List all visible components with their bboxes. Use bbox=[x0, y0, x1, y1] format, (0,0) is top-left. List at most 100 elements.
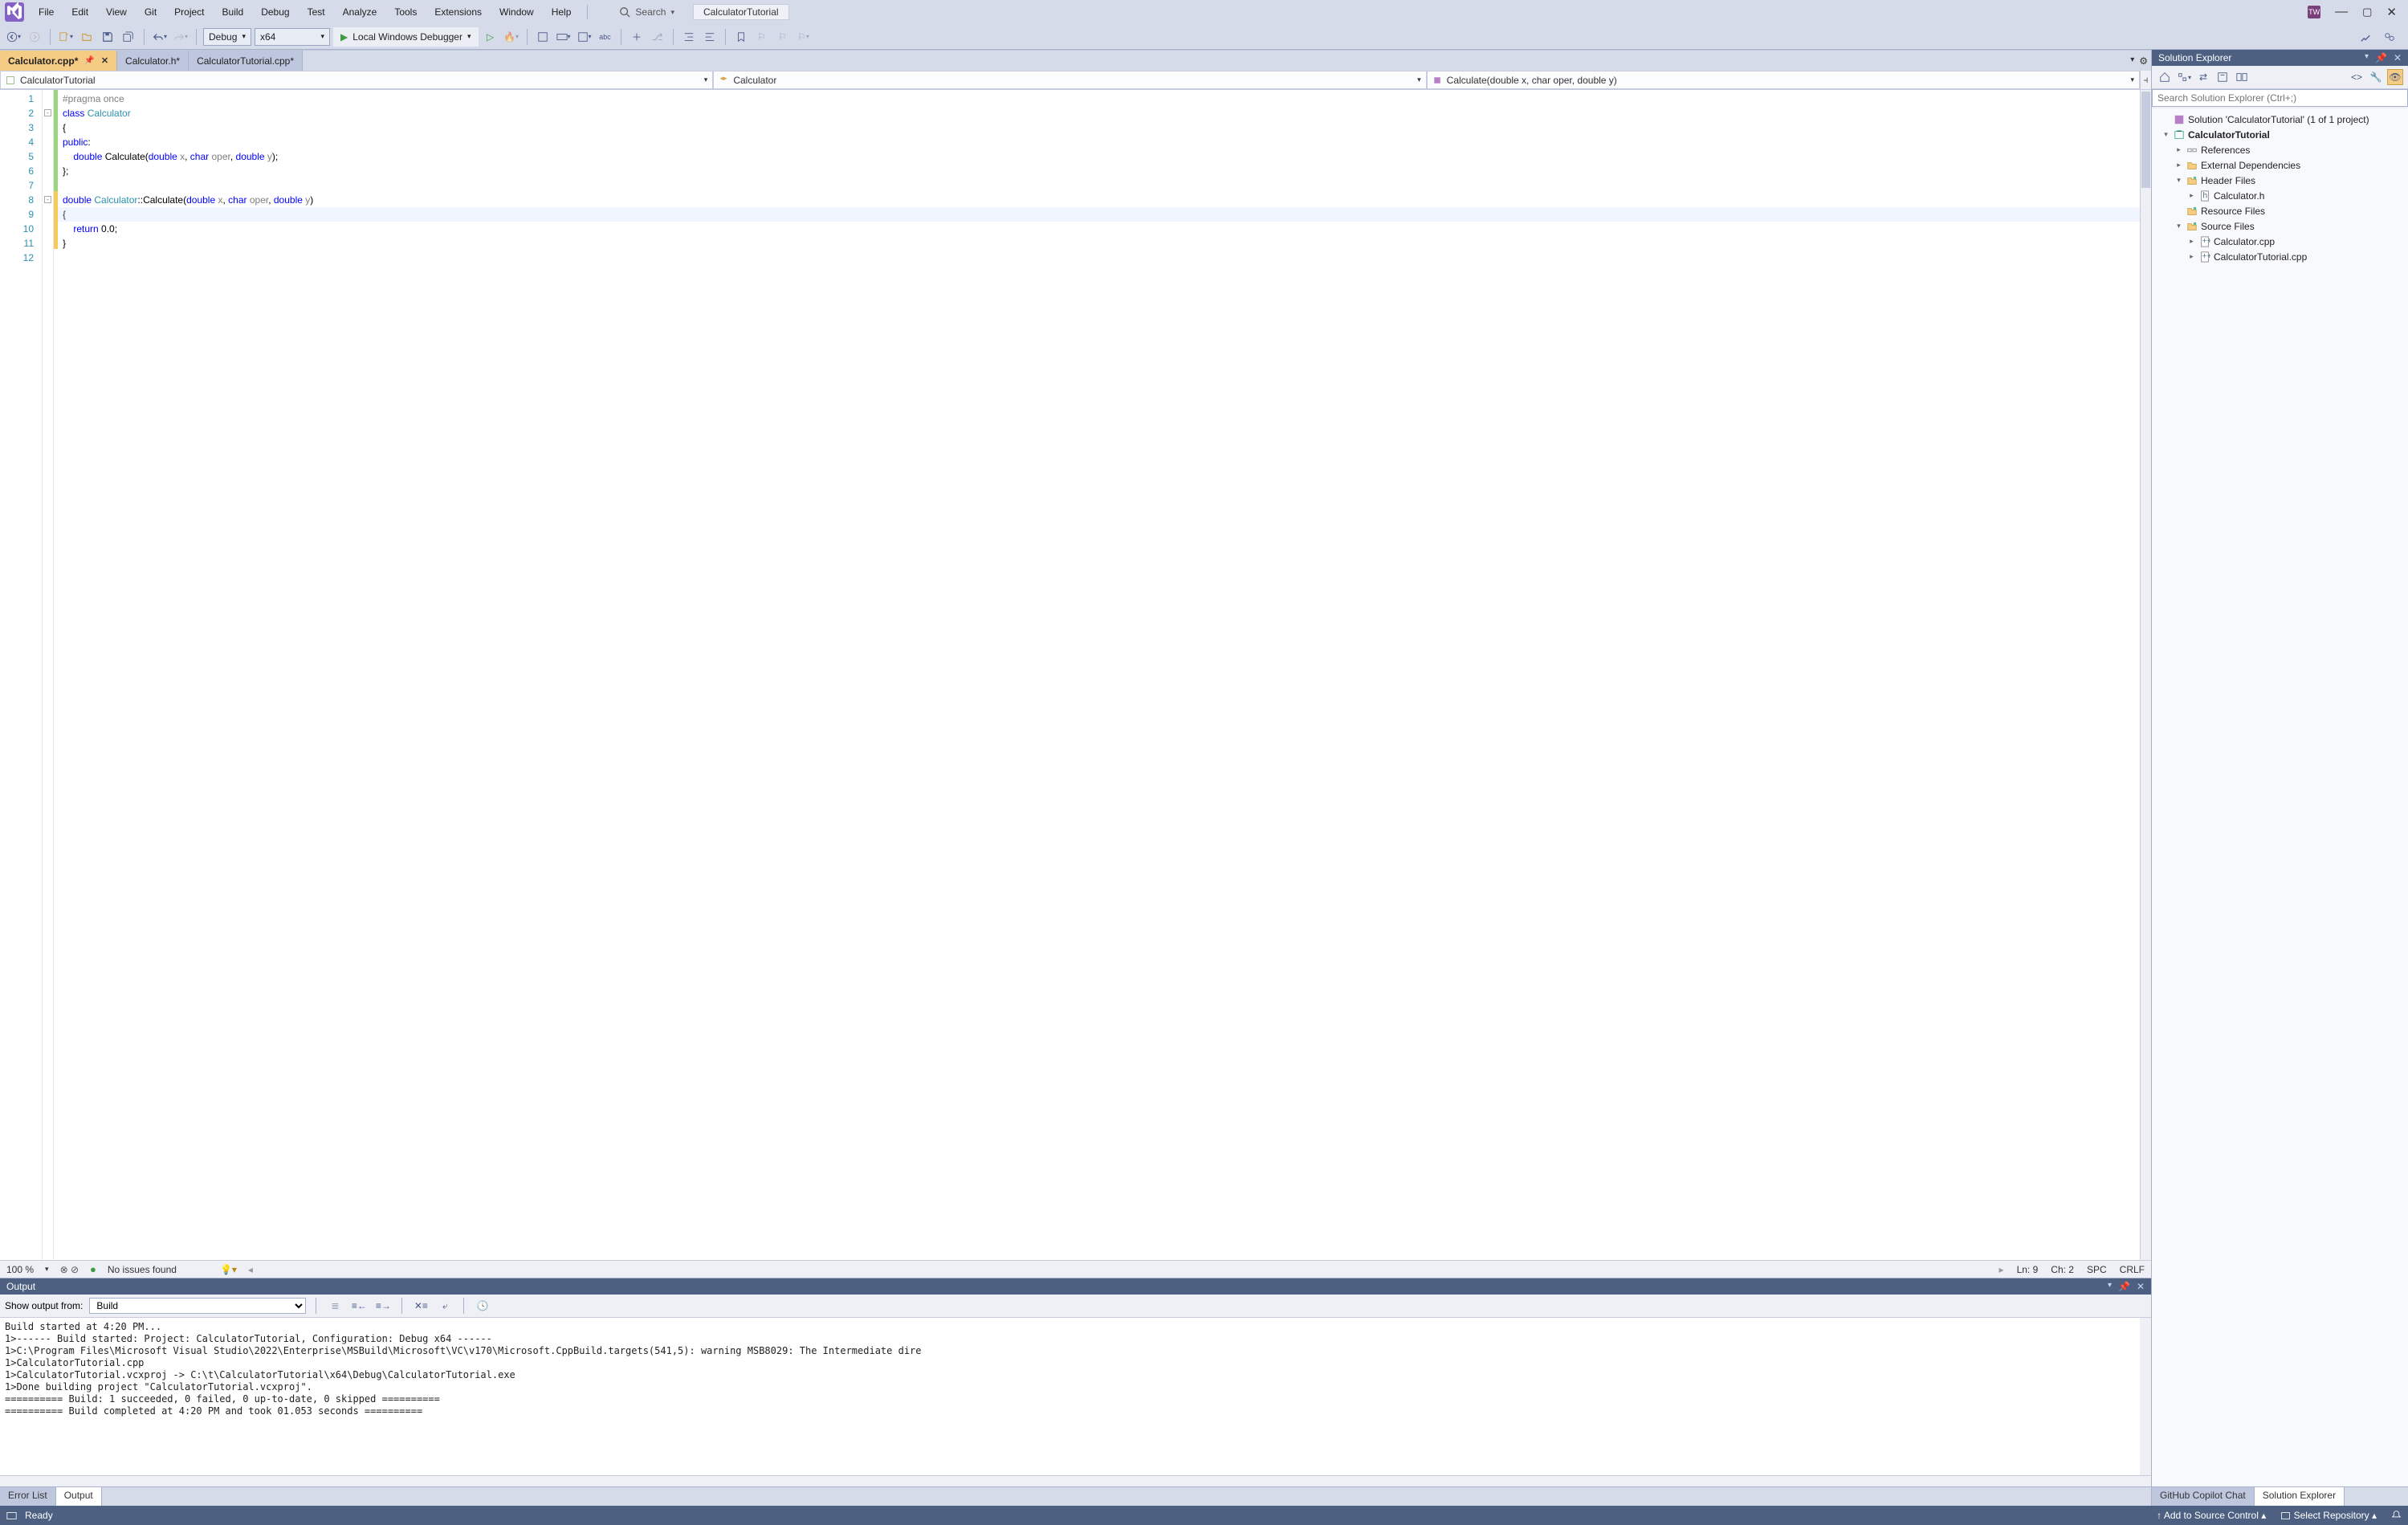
menu-view[interactable]: View bbox=[98, 3, 135, 21]
tree-node[interactable]: ▾CalculatorTutorial bbox=[2153, 127, 2406, 142]
fold-toggle[interactable]: - bbox=[44, 109, 51, 116]
se-switch-button[interactable]: ▾ bbox=[2176, 69, 2192, 85]
doc-tab[interactable]: Calculator.h* bbox=[117, 51, 189, 71]
se-search-box[interactable] bbox=[2152, 89, 2408, 107]
output-timestamp-button[interactable]: 🕓 bbox=[474, 1297, 491, 1315]
save-button[interactable] bbox=[99, 28, 116, 46]
lightbulb-icon[interactable]: 💡▾ bbox=[220, 1264, 237, 1275]
tree-node[interactable]: ▸++Calculator.cpp bbox=[2153, 234, 2406, 249]
col-indicator[interactable]: Ch: 2 bbox=[2051, 1264, 2074, 1275]
menu-window[interactable]: Window bbox=[491, 3, 542, 21]
fold-strip[interactable]: - - bbox=[43, 90, 54, 1260]
nav-member-dropdown[interactable]: Calculate(double x, char oper, double y)… bbox=[1427, 71, 2140, 89]
error-indicator-icon[interactable]: ⊗ ⊘ bbox=[60, 1264, 79, 1275]
tree-node[interactable]: ▾Source Files bbox=[2153, 218, 2406, 234]
bottom-tab[interactable]: Error List bbox=[0, 1487, 56, 1506]
panel-dropdown-button[interactable]: ▾ bbox=[2108, 1281, 2112, 1292]
close-tab-button[interactable]: ✕ bbox=[101, 55, 108, 66]
tree-node[interactable]: Solution 'CalculatorTutorial' (1 of 1 pr… bbox=[2153, 112, 2406, 127]
feedback-button[interactable] bbox=[2381, 28, 2398, 46]
doc-tab[interactable]: Calculator.cpp*📌✕ bbox=[0, 51, 117, 71]
nav-class-dropdown[interactable]: Calculator▾ bbox=[713, 71, 1426, 89]
se-pin-button[interactable]: 📌 bbox=[2375, 52, 2387, 63]
close-window-button[interactable]: ✕ bbox=[2386, 5, 2397, 19]
line-indicator[interactable]: Ln: 9 bbox=[2017, 1264, 2039, 1275]
bookmark-button[interactable] bbox=[732, 28, 750, 46]
tree-node[interactable]: ▸++CalculatorTutorial.cpp bbox=[2153, 249, 2406, 264]
bookmark-next-button[interactable]: ⚐ bbox=[753, 28, 771, 46]
menu-project[interactable]: Project bbox=[166, 3, 212, 21]
output-text[interactable]: Build started at 4:20 PM... 1>------ Bui… bbox=[0, 1318, 2140, 1475]
search-box[interactable]: Search ▾ bbox=[612, 4, 682, 20]
code-body[interactable]: #pragma onceclass Calculator{public: dou… bbox=[58, 90, 2140, 1260]
menu-edit[interactable]: Edit bbox=[63, 3, 96, 21]
indent-indicator[interactable]: SPC bbox=[2087, 1264, 2107, 1275]
output-next-button[interactable]: ≡→ bbox=[374, 1297, 392, 1315]
se-close-button[interactable]: ✕ bbox=[2394, 52, 2402, 63]
nav-fwd-button[interactable] bbox=[26, 28, 43, 46]
panel-close-button[interactable]: ✕ bbox=[2137, 1281, 2145, 1292]
menu-file[interactable]: File bbox=[31, 3, 62, 21]
menu-help[interactable]: Help bbox=[544, 3, 580, 21]
step-button-2[interactable]: ⎇ bbox=[649, 28, 666, 46]
output-goto-button[interactable]: ≣ bbox=[326, 1297, 344, 1315]
expand-toggle[interactable]: ▸ bbox=[2187, 237, 2196, 246]
new-item-button[interactable]: ▾ bbox=[57, 28, 75, 46]
active-files-button[interactable]: ⚙ bbox=[2139, 55, 2148, 67]
expand-toggle[interactable]: ▾ bbox=[2161, 130, 2170, 139]
notifications-icon[interactable] bbox=[2391, 1510, 2402, 1520]
output-from-dropdown[interactable]: Build bbox=[89, 1298, 306, 1314]
menu-extensions[interactable]: Extensions bbox=[426, 3, 490, 21]
se-search-input[interactable] bbox=[2152, 89, 2408, 107]
expand-toggle[interactable]: ▸ bbox=[2187, 252, 2196, 261]
pin-icon[interactable]: 📌 bbox=[84, 56, 94, 65]
se-sync-button[interactable]: ⇄ bbox=[2195, 69, 2211, 85]
zoom-level[interactable]: 100 % bbox=[6, 1264, 34, 1275]
indent-left-button[interactable] bbox=[680, 28, 698, 46]
menu-debug[interactable]: Debug bbox=[253, 3, 297, 21]
account-badge-icon[interactable]: TW bbox=[2308, 6, 2320, 18]
lineend-indicator[interactable]: CRLF bbox=[2120, 1264, 2145, 1275]
show-button[interactable]: ▾ bbox=[576, 28, 593, 46]
panel-pin-button[interactable]: 📌 bbox=[2118, 1281, 2130, 1292]
menu-build[interactable]: Build bbox=[214, 3, 252, 21]
open-button[interactable] bbox=[78, 28, 96, 46]
split-editor-button[interactable]: ⫞ bbox=[2140, 71, 2151, 89]
bookmark-clear-button[interactable]: ⚐▾ bbox=[795, 28, 813, 46]
nav-scope-dropdown[interactable]: CalculatorTutorial▾ bbox=[0, 71, 713, 89]
fold-toggle[interactable]: - bbox=[44, 196, 51, 203]
menu-analyze[interactable]: Analyze bbox=[335, 3, 385, 21]
indent-right-button[interactable] bbox=[701, 28, 719, 46]
expand-toggle[interactable]: ▸ bbox=[2174, 161, 2183, 169]
tree-node[interactable]: ▾Header Files bbox=[2153, 173, 2406, 188]
undo-button[interactable]: ▾ bbox=[151, 28, 169, 46]
start-without-debug-button[interactable]: ▷ bbox=[482, 28, 499, 46]
bottom-tab[interactable]: Solution Explorer bbox=[2255, 1487, 2345, 1506]
bookmark-prev-button[interactable]: ⚐ bbox=[774, 28, 792, 46]
se-dropdown-button[interactable]: ▾ bbox=[2365, 52, 2369, 63]
hot-reload-button[interactable]: 🔥▾ bbox=[503, 28, 520, 46]
tree-node[interactable]: ▸hCalculator.h bbox=[2153, 188, 2406, 203]
output-scrollbar[interactable] bbox=[2140, 1318, 2151, 1475]
maximize-button[interactable]: ▢ bbox=[2362, 6, 2372, 18]
bottom-tab[interactable]: GitHub Copilot Chat bbox=[2152, 1487, 2255, 1506]
output-hscrollbar[interactable] bbox=[0, 1475, 2151, 1486]
start-debugging-button[interactable]: ▶ Local Windows Debugger ▾ bbox=[333, 27, 479, 47]
expand-toggle[interactable]: ▸ bbox=[2187, 191, 2196, 200]
menu-tools[interactable]: Tools bbox=[386, 3, 425, 21]
output-prev-button[interactable]: ≡← bbox=[350, 1297, 368, 1315]
toggle-button[interactable]: ▾ bbox=[555, 28, 572, 46]
tab-overflow-button[interactable]: ▾ bbox=[2130, 55, 2134, 67]
solution-tree[interactable]: Solution 'CalculatorTutorial' (1 of 1 pr… bbox=[2152, 108, 2408, 1486]
minimize-button[interactable]: — bbox=[2335, 5, 2348, 19]
platform-dropdown[interactable]: x64▾ bbox=[255, 28, 330, 46]
nav-back-button[interactable]: ▾ bbox=[5, 28, 22, 46]
bottom-tab[interactable]: Output bbox=[56, 1487, 102, 1506]
config-dropdown[interactable]: Debug▾ bbox=[203, 28, 251, 46]
issues-label[interactable]: No issues found bbox=[108, 1264, 177, 1275]
step-button-1[interactable] bbox=[628, 28, 646, 46]
tree-node[interactable]: ▸External Dependencies bbox=[2153, 157, 2406, 173]
editor-scrollbar[interactable] bbox=[2140, 90, 2151, 1260]
add-source-control-button[interactable]: ↑ Add to Source Control ▴ bbox=[2157, 1510, 2266, 1521]
tree-node[interactable]: ▸References bbox=[2153, 142, 2406, 157]
